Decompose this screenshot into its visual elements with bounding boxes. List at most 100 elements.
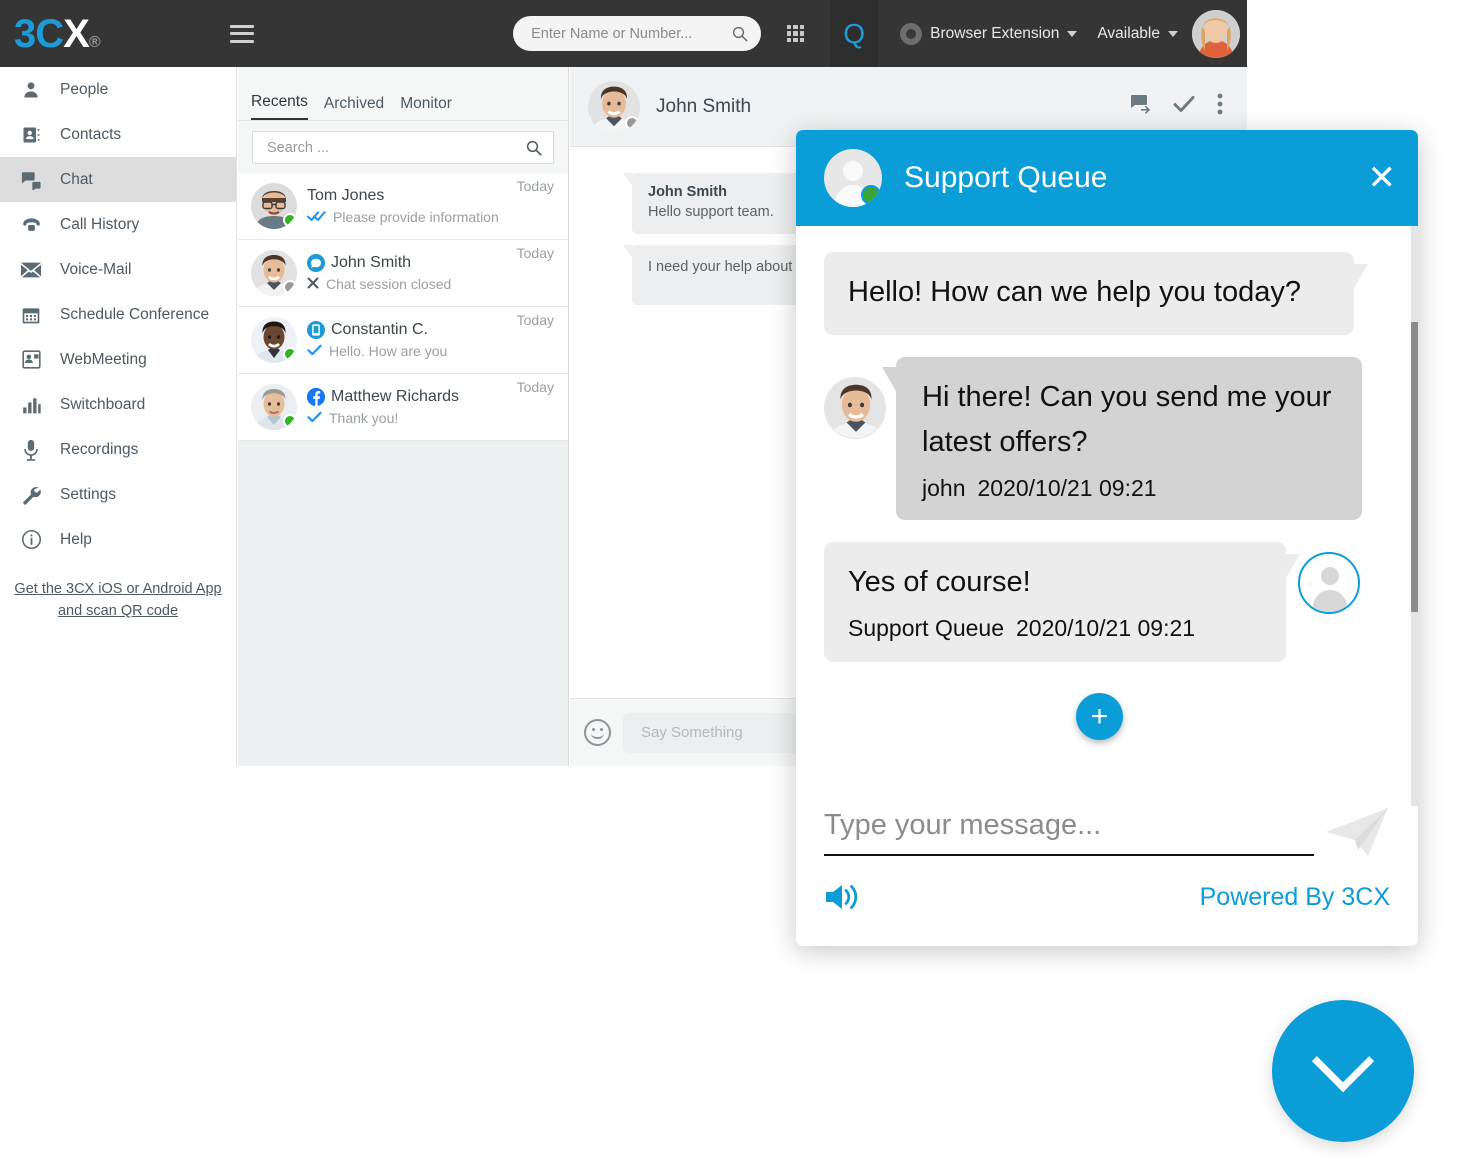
livechat-widget-footer: Powered By 3CX bbox=[796, 806, 1418, 946]
sms-source-icon bbox=[307, 321, 325, 339]
conversation-search-input[interactable] bbox=[267, 139, 525, 156]
widget-scrollbar-thumb[interactable] bbox=[1411, 322, 1418, 612]
conversation-search-wrap bbox=[238, 121, 568, 173]
conversation-time: Today bbox=[516, 379, 554, 395]
sidebar-item-recordings[interactable]: Recordings bbox=[0, 427, 236, 472]
sidebar-item-switchboard[interactable]: Switchboard bbox=[0, 382, 236, 427]
paper-plane-icon[interactable] bbox=[1324, 806, 1390, 858]
message-preview: Please provide information bbox=[333, 209, 499, 225]
conversation-info: Matthew Richards Thank you! bbox=[307, 388, 517, 426]
new-chat-button[interactable]: + bbox=[1076, 693, 1123, 740]
hamburger-menu-icon[interactable] bbox=[229, 24, 254, 43]
visitor-avatar bbox=[824, 376, 886, 439]
tab-recents[interactable]: Recents bbox=[251, 93, 308, 120]
close-icon[interactable]: ✕ bbox=[1368, 161, 1397, 195]
sidebar-item-chat[interactable]: Chat bbox=[0, 157, 236, 202]
presence-status-menu[interactable]: Available bbox=[1097, 25, 1178, 43]
powered-by-3cx-link[interactable]: Powered By 3CX bbox=[1200, 883, 1390, 912]
envelope-icon bbox=[18, 258, 44, 282]
single-check-icon bbox=[307, 411, 322, 425]
conversation-info: Constantin C. Hello. How are you bbox=[307, 321, 517, 359]
livechat-launcher-button[interactable] bbox=[1272, 1000, 1414, 1142]
message-row-visitor: Hi there! Can you send me your latest of… bbox=[824, 356, 1390, 520]
conversation-title-row: Constantin C. bbox=[307, 321, 517, 339]
sidebar-item-label: Contacts bbox=[60, 125, 122, 143]
person-icon bbox=[18, 78, 44, 102]
emoji-icon[interactable] bbox=[584, 719, 611, 746]
sidebar-item-people[interactable]: People bbox=[0, 67, 236, 112]
livechat-input-row bbox=[824, 806, 1390, 858]
facebook-source-icon bbox=[307, 388, 325, 406]
sidebar-item-label: Schedule Conference bbox=[60, 305, 210, 323]
avatar bbox=[251, 384, 297, 430]
presence-dot bbox=[283, 414, 297, 428]
message-author: Support Queue bbox=[848, 614, 1005, 641]
sidebar-item-webmeeting[interactable]: WebMeeting bbox=[0, 337, 236, 382]
sidebar-item-label: Call History bbox=[60, 215, 140, 233]
message-preview: Thank you! bbox=[329, 410, 399, 426]
message-meta: Support Queue 2020/10/21 09:21 bbox=[848, 615, 1262, 642]
contact-name: Tom Jones bbox=[307, 187, 385, 204]
conversation-time: Today bbox=[516, 178, 554, 194]
transfer-chat-icon[interactable] bbox=[1129, 94, 1151, 119]
message-row-agent: Hello! How can we help you today? bbox=[824, 252, 1390, 335]
sidebar-item-label: People bbox=[60, 80, 109, 98]
contact-name: Matthew Richards bbox=[331, 388, 460, 405]
agent-avatar bbox=[824, 149, 882, 207]
contact-name: Constantin C. bbox=[331, 321, 428, 338]
resolve-check-icon[interactable] bbox=[1173, 95, 1195, 118]
sidebar-item-settings[interactable]: Settings bbox=[0, 472, 236, 517]
telephone-icon bbox=[18, 213, 44, 237]
browser-extension-menu[interactable]: Browser Extension bbox=[900, 22, 1078, 45]
sidebar-item-schedule-conference[interactable]: Schedule Conference bbox=[0, 292, 236, 337]
conversation-preview-row: Thank you! bbox=[307, 410, 517, 426]
sidebar-item-voice-mail[interactable]: Voice-Mail bbox=[0, 247, 236, 292]
global-search-box[interactable] bbox=[513, 16, 762, 51]
message-meta: john 2020/10/21 09:21 bbox=[922, 475, 1338, 502]
search-icon bbox=[733, 26, 748, 42]
sidebar-item-contacts[interactable]: Contacts bbox=[0, 112, 236, 157]
screen-root: 3CX® Q Browser Extension bbox=[0, 0, 1462, 1161]
chevron-down-icon bbox=[1067, 30, 1078, 37]
livechat-message-input[interactable] bbox=[824, 808, 1314, 856]
conversation-row-constantin-c[interactable]: Constantin C. Hello. How are you Today bbox=[238, 307, 568, 374]
conversation-preview-row: Please provide information bbox=[306, 209, 517, 225]
conversation-search-box[interactable] bbox=[252, 131, 554, 164]
more-options-icon[interactable] bbox=[1217, 93, 1223, 120]
double-check-icon bbox=[306, 210, 326, 224]
close-x-icon bbox=[307, 277, 319, 291]
apps-grid-icon[interactable] bbox=[787, 25, 805, 42]
conversation-row-matthew-richards[interactable]: Matthew Richards Thank you! Today bbox=[238, 374, 568, 441]
livechat-widget-title: Support Queue bbox=[904, 161, 1108, 194]
message-row-agent: Yes of course! Support Queue 2020/10/21 0… bbox=[824, 541, 1390, 662]
sidebar-item-label: Voice-Mail bbox=[60, 260, 132, 278]
webmeeting-icon bbox=[18, 348, 44, 372]
sidebar-item-help[interactable]: Help bbox=[0, 517, 236, 562]
avatar bbox=[588, 80, 640, 133]
message-preview: Hello. How are you bbox=[329, 343, 448, 359]
global-search-input[interactable] bbox=[531, 25, 732, 42]
presence-dot bbox=[283, 347, 297, 361]
get-mobile-app-link[interactable]: Get the 3CX iOS or Android App and scan … bbox=[0, 578, 236, 622]
info-circle-icon bbox=[18, 528, 44, 552]
queue-indicator-button[interactable]: Q bbox=[830, 0, 879, 67]
livechat-widget-header: Support Queue ✕ bbox=[796, 130, 1418, 226]
presence-dot bbox=[283, 213, 297, 227]
conversation-row-tom-jones[interactable]: Tom Jones Please provide information Tod… bbox=[238, 173, 568, 240]
sidebar-item-label: Help bbox=[60, 530, 92, 548]
avatar-head bbox=[1321, 566, 1339, 585]
message-author: john bbox=[922, 474, 966, 501]
sidebar-item-label: Chat bbox=[60, 170, 93, 188]
conversation-info: Tom Jones Please provide information bbox=[306, 187, 517, 225]
speaker-icon[interactable] bbox=[824, 882, 858, 912]
conversation-row-john-smith[interactable]: John Smith Chat session closed Today bbox=[238, 240, 568, 307]
conversation-title-row: Matthew Richards bbox=[307, 388, 517, 406]
tab-monitor[interactable]: Monitor bbox=[400, 95, 452, 120]
presence-status-label: Available bbox=[1097, 24, 1160, 42]
widget-scrollbar[interactable] bbox=[1411, 226, 1418, 806]
tab-archived[interactable]: Archived bbox=[324, 95, 384, 120]
user-avatar[interactable] bbox=[1192, 9, 1240, 58]
primary-sidebar: People Contacts Chat Call History Voice-… bbox=[0, 67, 237, 766]
app-topbar: 3CX® Q Browser Extension bbox=[0, 0, 1247, 67]
sidebar-item-call-history[interactable]: Call History bbox=[0, 202, 236, 247]
